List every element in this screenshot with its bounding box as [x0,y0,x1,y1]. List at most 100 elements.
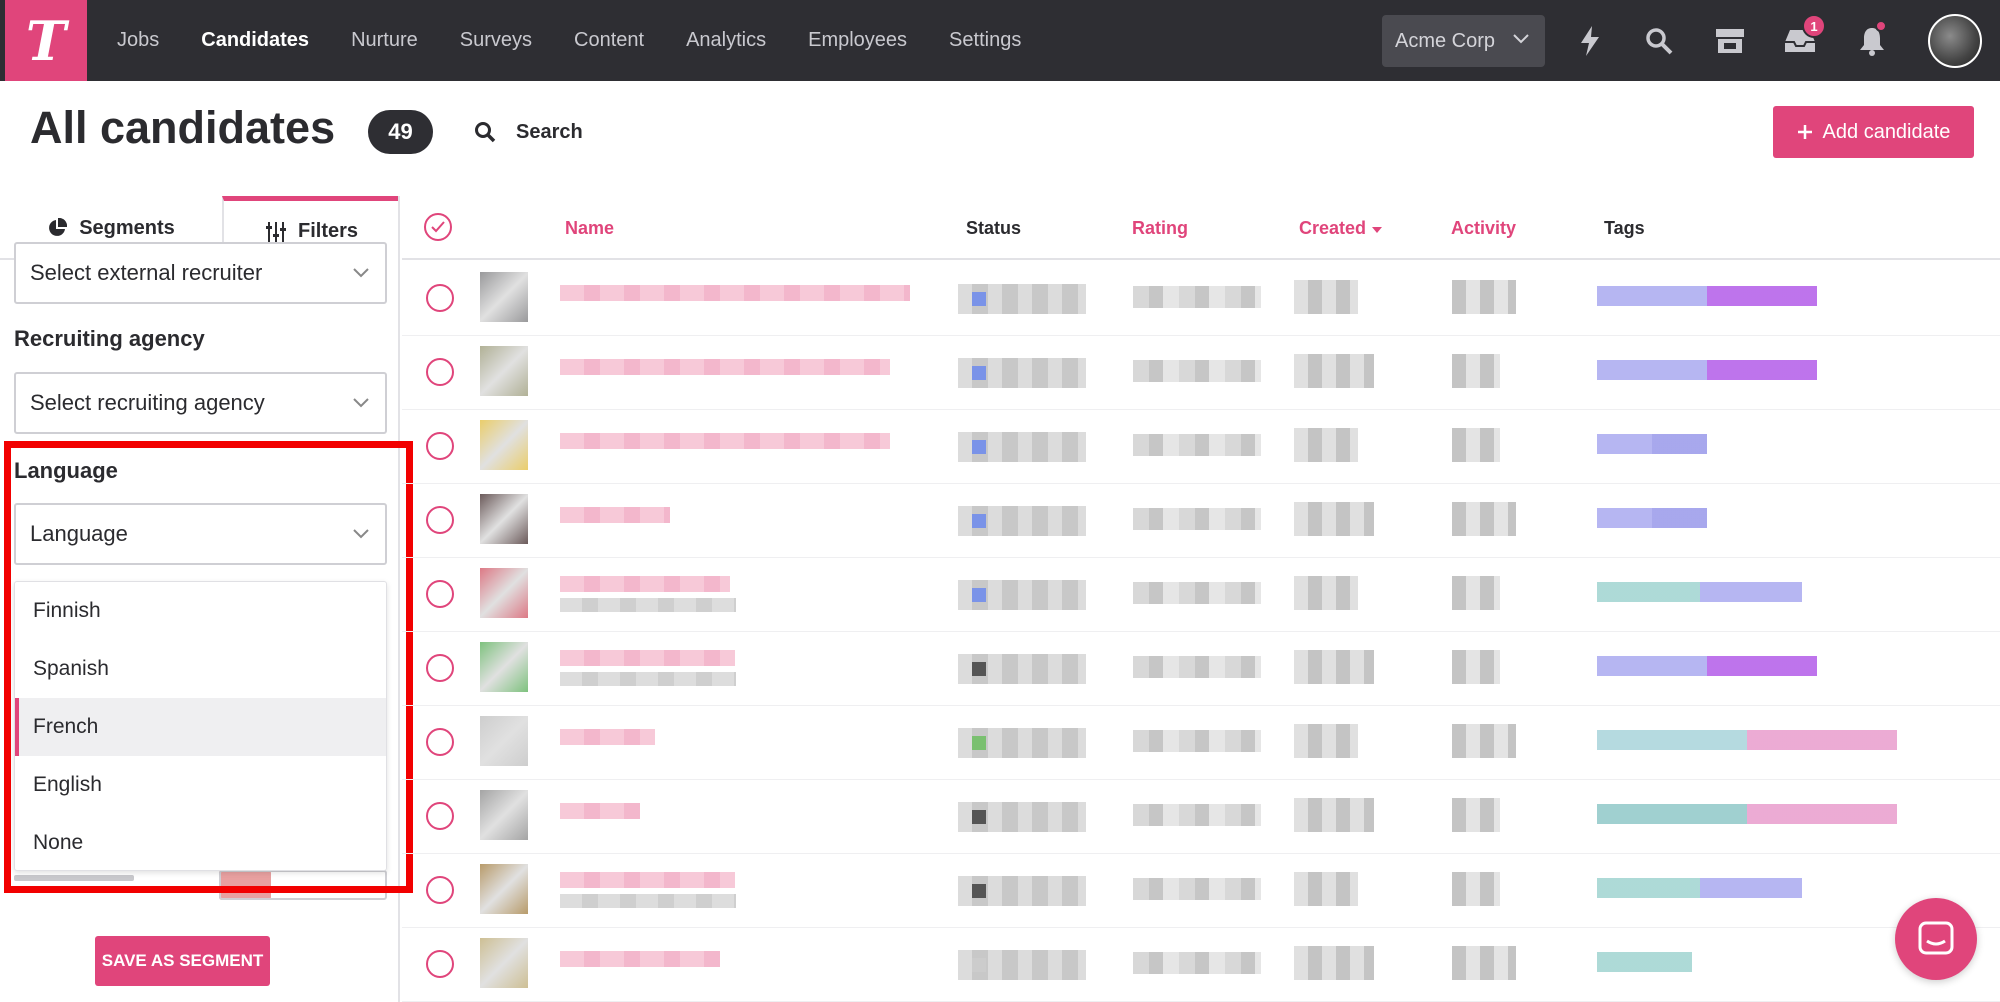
candidate-name-blurred[interactable] [560,507,670,523]
activity-blurred [1452,354,1500,388]
activity-blurred [1452,650,1500,684]
created-blurred [1294,946,1374,980]
user-avatar[interactable] [1928,14,1982,68]
external-recruiter-placeholder: Select external recruiter [30,260,263,285]
table-row[interactable] [402,854,2000,928]
status-indicator [972,884,986,898]
rating-blurred [1133,434,1261,456]
activity-blurred [1452,798,1500,832]
candidate-name-blurred[interactable] [560,803,640,819]
tab-segments-label: Segments [79,216,175,239]
check-icon [431,221,445,233]
recruiting-agency-placeholder: Select recruiting agency [30,390,265,415]
column-header-rating[interactable]: Rating [1132,218,1188,239]
table-row[interactable] [402,632,2000,706]
candidate-avatar [480,568,528,618]
bolt-icon[interactable] [1571,22,1609,60]
column-header-tags: Tags [1604,218,1645,238]
row-checkbox[interactable] [426,284,454,312]
rating-blurred [1133,804,1261,826]
candidate-name-blurred[interactable] [560,433,890,449]
chevron-down-icon [353,398,369,408]
recruiting-agency-select[interactable]: Select recruiting agency [14,372,387,434]
candidate-name-blurred[interactable] [560,359,890,375]
nav-employees[interactable]: Employees [787,29,928,52]
row-checkbox[interactable] [426,506,454,534]
column-header-name[interactable]: Name [565,218,614,239]
nav-candidates[interactable]: Candidates [180,29,330,52]
table-row[interactable] [402,928,2000,1002]
rating-blurred [1133,360,1261,382]
candidate-avatar [480,864,528,914]
table-row[interactable] [402,262,2000,336]
nav-analytics[interactable]: Analytics [665,29,787,52]
row-checkbox[interactable] [426,654,454,682]
chevron-down-icon [1513,34,1529,44]
row-checkbox[interactable] [426,432,454,460]
table-row[interactable] [402,780,2000,854]
candidate-name-blurred[interactable] [560,650,735,666]
row-checkbox[interactable] [426,802,454,830]
status-blurred [958,432,1086,462]
table-row[interactable] [402,706,2000,780]
search-button[interactable]: Search [474,116,583,148]
nav-surveys[interactable]: Surveys [439,29,553,52]
rating-blurred [1133,582,1261,604]
row-checkbox[interactable] [426,950,454,978]
rating-blurred [1133,878,1261,900]
row-checkbox[interactable] [426,728,454,756]
tags-blurred [1597,434,1707,454]
nav-nurture[interactable]: Nurture [330,29,439,52]
candidate-avatar [480,716,528,766]
app-logo[interactable]: T [5,0,87,81]
table-row[interactable] [402,410,2000,484]
rating-blurred [1133,730,1261,752]
rating-blurred [1133,656,1261,678]
candidate-name-blurred[interactable] [560,872,735,888]
search-icon[interactable] [1640,22,1678,60]
save-as-segment-button[interactable]: SAVE AS SEGMENT [95,936,270,986]
table-row[interactable] [402,336,2000,410]
status-indicator [972,736,986,750]
sort-down-icon [1372,227,1383,233]
candidate-subtitle-blurred [560,598,736,612]
chat-widget-button[interactable] [1895,898,1977,980]
company-switcher[interactable]: Acme Corp [1382,15,1545,67]
candidate-name-blurred[interactable] [560,951,720,967]
inbox-count-badge: 1 [1802,14,1826,38]
row-checkbox[interactable] [426,358,454,386]
candidate-avatar [480,494,528,544]
nav-settings[interactable]: Settings [928,29,1042,52]
table-row[interactable] [402,484,2000,558]
created-blurred [1294,724,1358,758]
status-blurred [958,802,1086,832]
store-icon[interactable] [1711,22,1749,60]
row-checkbox[interactable] [426,876,454,904]
candidate-name-blurred[interactable] [560,576,730,592]
select-all-checkbox[interactable] [424,213,452,241]
column-header-created[interactable]: Created [1299,218,1383,239]
created-blurred [1294,872,1358,906]
add-candidate-button[interactable]: Add candidate [1773,106,1974,158]
chevron-down-icon [353,268,369,278]
candidate-name-blurred[interactable] [560,729,655,745]
external-recruiter-select[interactable]: Select external recruiter [14,242,387,304]
chat-icon [1918,921,1954,955]
rating-blurred [1133,286,1261,308]
nav-content[interactable]: Content [553,29,665,52]
column-header-activity[interactable]: Activity [1451,218,1516,239]
created-blurred [1294,576,1358,610]
created-blurred [1294,798,1374,832]
nav-jobs[interactable]: Jobs [96,29,180,52]
row-checkbox[interactable] [426,580,454,608]
status-blurred [958,950,1086,980]
candidate-avatar [480,272,528,322]
status-indicator [972,292,986,306]
sliders-icon [265,221,286,242]
candidate-name-blurred[interactable] [560,285,910,301]
top-navigation-bar: T Jobs Candidates Nurture Surveys Conten… [0,0,2000,81]
table-row[interactable] [402,558,2000,632]
activity-blurred [1452,428,1500,462]
status-indicator [972,514,986,528]
tags-blurred [1597,286,1817,306]
